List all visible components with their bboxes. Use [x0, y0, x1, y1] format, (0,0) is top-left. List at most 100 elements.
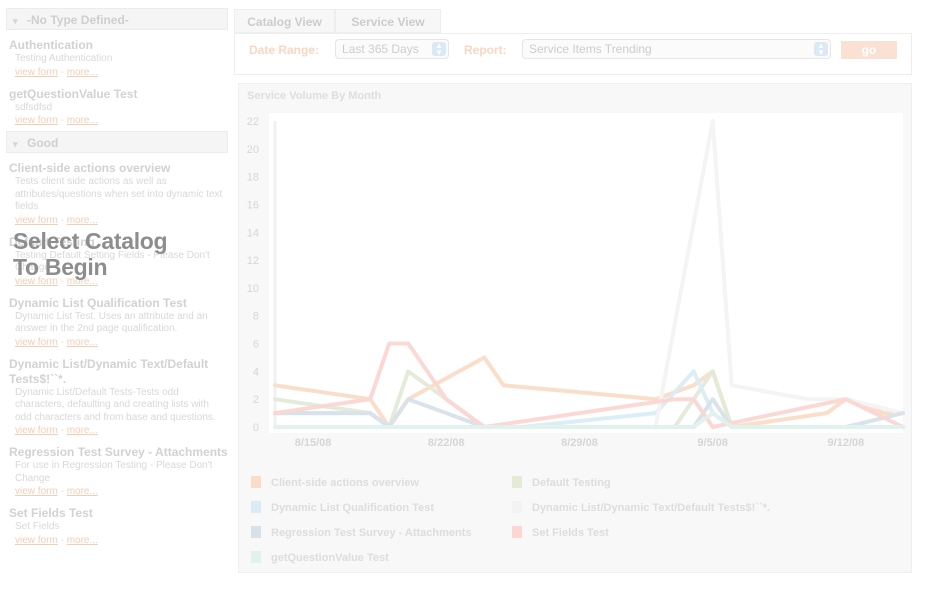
- y-tick-label: 0: [253, 422, 259, 434]
- y-tick-label: 20: [247, 144, 259, 156]
- legend-swatch: [251, 501, 261, 513]
- more-link[interactable]: more...: [67, 115, 98, 126]
- y-tick-label: 6: [253, 339, 259, 351]
- service-item: getQuestionValue Test sdfsdfsd view form -…: [6, 87, 228, 128]
- legend-item: Default Testing: [512, 476, 611, 490]
- x-tick-label: 8/15/08: [295, 437, 332, 449]
- collapse-chevron-icon: ▾: [13, 139, 18, 149]
- service-item: Authentication Testing Authentication view…: [6, 38, 228, 79]
- x-tick-label: 8/29/08: [561, 437, 598, 449]
- view-form-link[interactable]: view form: [15, 67, 58, 78]
- catalog-group-header[interactable]: ▾ -No Type Defined-: [6, 8, 228, 30]
- report-value: Service Items Trending: [529, 42, 652, 56]
- link-separator: -: [60, 486, 64, 497]
- service-item: Client-side actions overview Tests client…: [6, 161, 228, 227]
- legend-swatch: [512, 526, 522, 538]
- select-arrows-icon: ▲ ▼: [432, 42, 446, 57]
- service-item-title: Authentication: [9, 38, 93, 52]
- legend-swatch: [512, 501, 522, 513]
- service-item-links: view form - more...: [9, 534, 228, 547]
- legend-item: Client-side actions overview: [251, 476, 419, 490]
- date-range-select[interactable]: Last 365 Days ▲ ▼: [335, 39, 449, 59]
- legend-label: Client-side actions overview: [271, 477, 419, 489]
- view-form-link[interactable]: view form: [15, 337, 58, 348]
- legend-swatch: [251, 476, 261, 488]
- service-item-links: view form - more...: [9, 336, 228, 349]
- select-catalog-message: Select Catalog To Begin: [13, 228, 168, 280]
- y-tick-label: 14: [247, 227, 259, 239]
- service-item-links: view form - more...: [9, 214, 228, 227]
- view-form-link[interactable]: view form: [15, 425, 58, 436]
- view-form-link[interactable]: view form: [15, 215, 58, 226]
- more-link[interactable]: more...: [67, 215, 98, 226]
- select-arrows-icon: ▲ ▼: [814, 42, 828, 57]
- y-tick-label: 10: [247, 283, 259, 295]
- service-item-links: view form - more...: [9, 485, 228, 498]
- report-select[interactable]: Service Items Trending ▲ ▼: [522, 39, 831, 59]
- view-form-link[interactable]: view form: [15, 535, 58, 546]
- service-item: Set Fields Test Set Fields view form - mor…: [6, 506, 228, 547]
- legend-label: Set Fields Test: [532, 527, 609, 539]
- legend-item: Regression Test Survey - Attachments: [251, 526, 472, 540]
- more-link[interactable]: more...: [67, 425, 98, 436]
- catalog-group-header[interactable]: ▾ Good: [6, 131, 228, 153]
- service-item-title: Dynamic List Qualification Test: [9, 295, 187, 310]
- legend-label: Dynamic List/Dynamic Text/Default Tests$…: [532, 502, 770, 514]
- legend-swatch: [512, 476, 522, 488]
- more-link[interactable]: more...: [67, 337, 98, 348]
- service-item-description: Dynamic List/Default Tests-Tests odd cha…: [15, 386, 216, 423]
- go-button[interactable]: go: [841, 41, 897, 59]
- date-range-label: Date Range:: [249, 43, 320, 57]
- view-form-link[interactable]: view form: [15, 486, 58, 497]
- service-item-description: Dynamic List Test. Uses an attribute and…: [15, 310, 208, 335]
- service-item-title: getQuestionValue Test: [9, 86, 138, 101]
- service-item-description: Set Fields: [15, 521, 60, 532]
- view-form-link[interactable]: view form: [15, 115, 58, 126]
- service-volume-line-chart: 0 2 4 6 8 10 12 14 16 18 20 22 8/15/08 8/22/08 8/29/08…: [247, 113, 905, 449]
- service-item: Dynamic List Qualification Test Dynamic L…: [6, 296, 228, 349]
- legend-item: Set Fields Test: [512, 526, 609, 540]
- y-tick-label: 2: [253, 394, 259, 406]
- more-link[interactable]: more...: [67, 67, 98, 78]
- more-link[interactable]: more...: [67, 535, 98, 546]
- link-separator: -: [60, 425, 64, 436]
- service-catalog-sidebar: ▾ -No Type Defined- Authentication Testing …: [6, 8, 228, 568]
- service-item-title: Set Fields Test: [9, 506, 93, 520]
- legend-item: Dynamic List Qualification Test: [251, 501, 434, 515]
- link-separator: -: [60, 66, 64, 78]
- tab-catalog-view[interactable]: Catalog View: [234, 9, 335, 33]
- more-link[interactable]: more...: [67, 486, 98, 497]
- service-item-links: view form - more...: [9, 114, 228, 127]
- service-item: Dynamic List/Dynamic Text/Default Tests$…: [6, 357, 228, 438]
- service-item-title: Regression Test Survey - Attachments: [9, 445, 228, 459]
- y-tick-label: 22: [247, 116, 259, 128]
- date-range-value: Last 365 Days: [342, 42, 419, 56]
- legend-item: Dynamic List/Dynamic Text/Default Tests$…: [512, 501, 770, 515]
- legend-label: Regression Test Survey - Attachments: [271, 527, 472, 539]
- link-separator: -: [60, 214, 64, 226]
- service-volume-chart-panel: Service Volume By Month 0 2 4 6 8 10 12 14 16 18 2…: [238, 83, 912, 573]
- service-item: Regression Test Survey - Attachments For …: [6, 445, 228, 498]
- legend-label: getQuestionValue Test: [271, 552, 389, 564]
- x-tick-label: 8/22/08: [428, 437, 465, 449]
- service-item-description: For use in Regression Testing - Please D…: [15, 460, 213, 484]
- link-separator: -: [60, 336, 64, 348]
- legend-label: Dynamic List Qualification Test: [271, 502, 434, 514]
- select-catalog-message-line-2: To Begin: [13, 254, 108, 280]
- x-tick-label: 9/5/08: [697, 437, 728, 449]
- catalog-group-label: -No Type Defined-: [27, 13, 129, 27]
- y-tick-label: 8: [253, 311, 259, 323]
- service-item-links: view form - more...: [9, 424, 228, 437]
- service-item-title: Dynamic List/Dynamic Text/Default Tests$…: [9, 356, 209, 386]
- service-item-links: view form - more...: [9, 66, 228, 79]
- catalog-group-label: Good: [27, 136, 59, 150]
- service-item-description: Testing Authentication: [15, 53, 113, 64]
- x-tick-label: 9/12/08: [828, 437, 865, 449]
- y-tick-label: 18: [247, 172, 259, 184]
- service-item-description: Tests client side actions as well as att…: [15, 176, 223, 212]
- legend-item: getQuestionValue Test: [251, 551, 389, 565]
- y-tick-label: 4: [253, 366, 259, 378]
- legend-swatch: [251, 551, 261, 563]
- plot-area: [269, 113, 903, 433]
- tab-service-view[interactable]: Service View: [335, 9, 441, 33]
